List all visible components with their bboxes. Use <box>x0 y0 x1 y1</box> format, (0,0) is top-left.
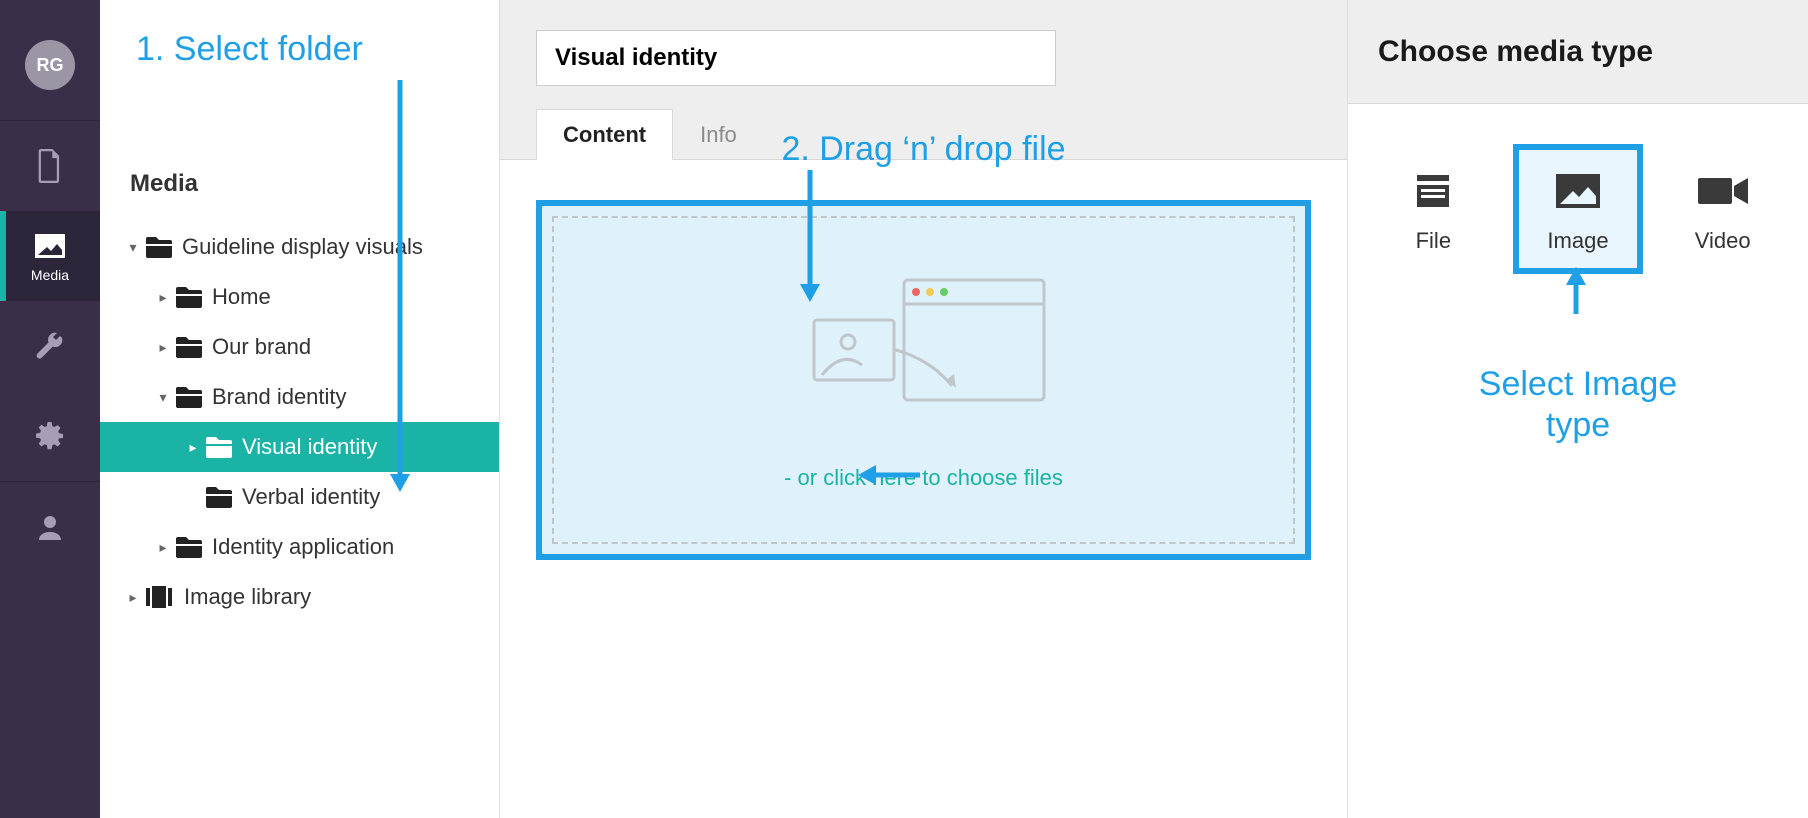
title-input[interactable] <box>536 30 1056 86</box>
tree-node-our-brand[interactable]: ▸ Our brand <box>100 322 499 372</box>
folder-icon <box>146 236 172 258</box>
media-card-file[interactable]: File <box>1368 144 1499 274</box>
avatar[interactable]: RG <box>25 40 75 90</box>
media-card-label: File <box>1416 228 1451 254</box>
chevron-right-icon: ▸ <box>154 289 172 306</box>
chevron-right-icon: ▸ <box>154 339 172 356</box>
folder-icon <box>206 436 232 458</box>
tree-node-label: Verbal identity <box>242 484 380 510</box>
media-type-panel: Choose media type File Image Video Selec… <box>1348 0 1808 818</box>
dropzone-illustration-icon <box>794 270 1054 435</box>
rail-item-media[interactable]: Media <box>0 211 100 301</box>
video-icon <box>1696 170 1750 212</box>
chevron-right-icon: ▸ <box>154 539 172 556</box>
image-library-icon <box>146 586 174 608</box>
media-card-label: Image <box>1547 228 1608 254</box>
media-type-heading: Choose media type <box>1348 0 1808 104</box>
folder-icon <box>176 336 202 358</box>
rail-item-users[interactable] <box>0 482 100 572</box>
tree-panel: Media ▾ Guideline display visuals ▸ Home <box>100 0 500 818</box>
chevron-right-icon: ▸ <box>184 439 202 456</box>
tree-node-label: Image library <box>184 584 311 610</box>
tab-info[interactable]: Info <box>673 109 764 160</box>
file-icon <box>1406 170 1460 212</box>
annotation-3-text: Select Imagetype <box>1479 364 1677 446</box>
rail-item-content[interactable] <box>0 121 100 211</box>
nav-rail: RG Media <box>0 0 100 818</box>
tree-node-brand-identity[interactable]: ▾ Brand identity <box>100 372 499 422</box>
tree-heading: Media <box>100 170 499 198</box>
rail-item-developer[interactable] <box>0 301 100 391</box>
tree-node-label: Home <box>212 284 271 310</box>
picture-icon <box>33 229 67 263</box>
chevron-right-icon: ▸ <box>124 589 142 606</box>
tree-node-label: Brand identity <box>212 384 347 410</box>
dropzone[interactable]: - or click here to choose files <box>536 200 1311 560</box>
wrench-icon <box>33 329 67 363</box>
folder-icon <box>176 386 202 408</box>
tree-node-label: Our brand <box>212 334 311 360</box>
user-icon <box>33 510 67 544</box>
tree-node-label: Visual identity <box>242 434 377 460</box>
dropzone-choose-link[interactable]: - or click here to choose files <box>784 465 1063 491</box>
folder-icon <box>176 536 202 558</box>
tree-node-home[interactable]: ▸ Home <box>100 272 499 322</box>
folder-icon <box>206 486 232 508</box>
dropzone-inner: - or click here to choose files <box>552 216 1295 544</box>
annotation-2-text: 2. Drag ‘n’ drop file <box>781 130 1065 169</box>
tree-node-image-library[interactable]: ▸ Image library <box>100 572 499 622</box>
main-panel: Content Info 2. Drag ‘n’ drop file <box>500 0 1348 818</box>
document-icon <box>33 149 67 183</box>
tree-node-label: Guideline display visuals <box>182 234 423 260</box>
tree-node-identity-application[interactable]: ▸ Identity application <box>100 522 499 572</box>
media-type-cards: File Image Video Select Imagetype <box>1348 104 1808 314</box>
tree-node-visual-identity[interactable]: ▸ Visual identity <box>100 422 499 472</box>
media-card-image[interactable]: Image <box>1513 144 1644 274</box>
tree-node-guideline-display-visuals[interactable]: ▾ Guideline display visuals <box>100 222 499 272</box>
tab-content[interactable]: Content <box>536 109 673 160</box>
tree-top-spacer <box>100 0 499 170</box>
chevron-down-icon: ▾ <box>124 239 142 256</box>
rail-item-label: Media <box>31 267 69 283</box>
media-tree: ▾ Guideline display visuals ▸ Home ▸ <box>100 222 499 622</box>
media-card-video[interactable]: Video <box>1657 144 1788 274</box>
media-card-label: Video <box>1695 228 1751 254</box>
main-body: 2. Drag ‘n’ drop file <box>500 160 1347 818</box>
image-icon <box>1551 170 1605 212</box>
folder-icon <box>176 286 202 308</box>
rail-item-settings[interactable] <box>0 391 100 481</box>
gear-icon <box>33 419 67 453</box>
tree-node-verbal-identity[interactable]: Verbal identity <box>100 472 499 522</box>
tree-node-label: Identity application <box>212 534 394 560</box>
chevron-down-icon: ▾ <box>154 389 172 406</box>
avatar-initials: RG <box>37 55 64 76</box>
